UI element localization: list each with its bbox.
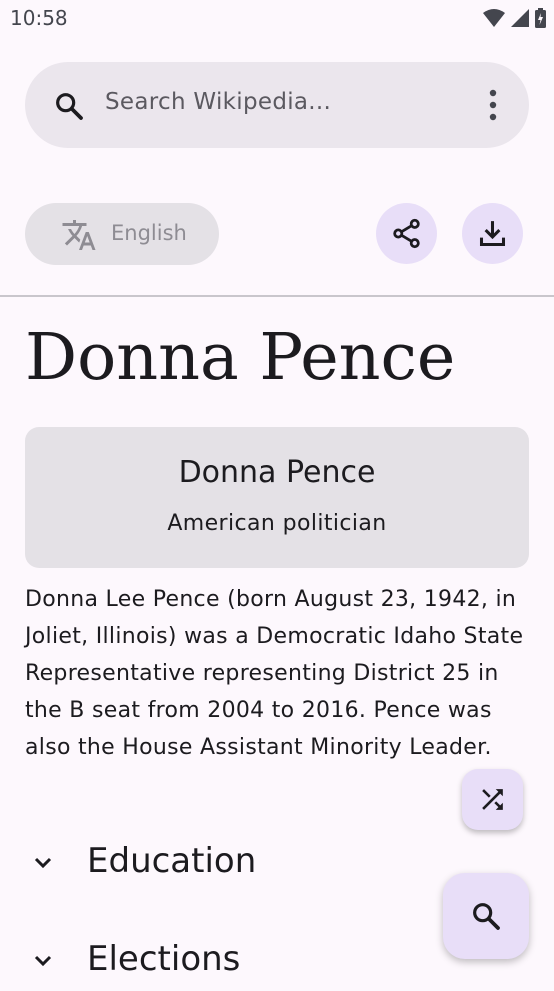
section-elections[interactable]: Elections — [25, 931, 445, 991]
status-icons — [483, 6, 546, 30]
infobox-subtitle: American politician — [167, 511, 387, 536]
translate-icon — [62, 220, 96, 250]
status-bar: 10:58 — [0, 0, 554, 36]
share-button[interactable] — [376, 203, 437, 264]
language-button[interactable]: English — [25, 203, 219, 265]
page-title: Donna Pence — [25, 320, 456, 395]
more-vert-icon[interactable] — [487, 88, 499, 122]
header-divider — [0, 295, 554, 297]
section-education[interactable]: Education — [25, 833, 445, 893]
download-button[interactable] — [462, 203, 523, 264]
battery-icon — [535, 8, 546, 28]
search-fab[interactable] — [443, 873, 529, 959]
signal-icon — [511, 9, 529, 27]
status-time: 10:58 — [10, 6, 68, 30]
search-bar[interactable]: Search Wikipedia... — [25, 62, 529, 148]
chevron-down-icon — [34, 857, 52, 869]
download-icon — [479, 221, 506, 247]
infobox-title: Donna Pence — [178, 455, 376, 490]
search-icon — [56, 93, 83, 120]
shuffle-icon — [482, 789, 503, 810]
search-icon — [473, 903, 500, 930]
random-article-button[interactable] — [462, 769, 523, 830]
wifi-icon — [483, 9, 505, 27]
section-label: Elections — [87, 939, 241, 979]
language-label: English — [111, 221, 187, 245]
infobox[interactable]: Donna Pence American politician — [25, 427, 529, 568]
article-summary: Donna Lee Pence (born August 23, 1942, i… — [25, 587, 524, 760]
share-icon — [393, 218, 420, 249]
chevron-down-icon — [34, 955, 52, 967]
section-label: Education — [87, 841, 257, 881]
search-input[interactable]: Search Wikipedia... — [105, 89, 331, 115]
